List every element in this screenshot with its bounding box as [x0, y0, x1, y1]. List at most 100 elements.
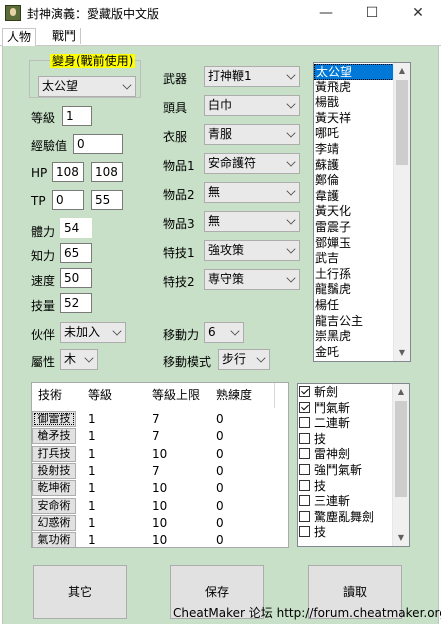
skill-level-cell[interactable]: 1	[88, 531, 96, 547]
technique-scrollbar[interactable]: ▲ ▼	[392, 384, 409, 546]
str-input[interactable]: 54	[60, 218, 92, 238]
item1-select[interactable]: 安命護符	[204, 153, 300, 174]
item1-value: 安命護符	[208, 156, 257, 170]
skill-name-button[interactable]: 御雷技	[32, 411, 76, 427]
title-bar: 封神演義：愛藏版中文版 — ☐ ✕	[0, 0, 441, 28]
clothes-select[interactable]: 青服	[204, 124, 300, 145]
checkbox-icon[interactable]	[299, 526, 310, 538]
clothes-value: 青服	[208, 127, 233, 141]
tab-character[interactable]: 人物	[2, 28, 37, 47]
header-divider	[274, 383, 275, 408]
item2-select[interactable]: 無	[204, 182, 300, 203]
skill-name-button[interactable]: 安命術	[32, 497, 76, 514]
skill-prof-cell[interactable]: 0	[216, 479, 224, 497]
skill-name-button[interactable]: 乾坤術	[32, 480, 76, 497]
movemode-select[interactable]: 步行	[218, 349, 270, 370]
skill-prof-cell[interactable]: 0	[216, 514, 224, 532]
skl-input[interactable]: 52	[60, 293, 92, 313]
checkbox-icon[interactable]	[299, 510, 310, 522]
skill-prof-cell[interactable]: 0	[216, 427, 224, 445]
scroll-down-icon[interactable]: ▼	[393, 530, 409, 546]
app-window: 封神演義：愛藏版中文版 — ☐ ✕ 人物 戰鬥 變身(戰前使用) 太公望 等級 …	[0, 0, 441, 626]
technique-label: 技	[314, 478, 327, 493]
checkbox-icon[interactable]	[299, 432, 310, 444]
skill-prof-cell[interactable]: 0	[216, 497, 224, 515]
scroll-down-icon[interactable]: ▼	[394, 345, 410, 361]
skill-name-button[interactable]: 氣功術	[32, 532, 76, 547]
scroll-thumb[interactable]	[396, 80, 408, 165]
head-select[interactable]: 白巾	[204, 95, 300, 116]
other-button[interactable]: 其它	[33, 565, 127, 619]
tp-current-input[interactable]: 0	[52, 190, 84, 210]
skill-prof-cell[interactable]: 0	[216, 531, 224, 547]
chevron-down-icon	[286, 128, 296, 138]
skill-name-button[interactable]: 打兵技	[32, 445, 76, 462]
skill-prof-cell[interactable]: 0	[216, 445, 224, 463]
table-row: 乾坤術 1 10 0	[32, 479, 288, 497]
skill-max-cell[interactable]: 10	[152, 497, 167, 515]
scroll-thumb[interactable]	[395, 401, 407, 497]
maximize-button[interactable]: ☐	[349, 0, 395, 28]
skill2-label: 特技2	[163, 275, 195, 289]
weapon-select[interactable]: 打神鞭1	[204, 66, 300, 87]
head-label: 頭具	[163, 101, 188, 115]
transform-select[interactable]: 太公望	[38, 76, 136, 97]
skill-level-cell[interactable]: 1	[88, 514, 96, 532]
int-input[interactable]: 65	[60, 243, 92, 263]
weapon-label: 武器	[163, 72, 188, 86]
skill-level-cell[interactable]: 1	[88, 427, 96, 445]
character-list[interactable]: 太公望 黃飛虎 楊戩 黃天祥 哪吒 李靖 蘇護 鄭倫 韋護 黃天化 雷震子 鄧嬋玉 武吉 土行孫 龍鬚虎 楊任…	[313, 62, 411, 362]
character-list-scrollbar[interactable]: ▲ ▼	[393, 63, 410, 361]
move-select[interactable]: 6	[204, 322, 244, 343]
footer-link[interactable]: CheatMaker 论坛 http://forum.cheatmaker.or…	[173, 604, 441, 621]
checkbox-checked-icon[interactable]	[299, 401, 310, 413]
checkbox-icon[interactable]	[299, 495, 310, 507]
technique-label: 三連斬	[314, 494, 351, 509]
close-button[interactable]: ✕	[395, 0, 441, 28]
spd-input[interactable]: 50	[60, 268, 92, 288]
hp-max-input[interactable]: 108	[91, 162, 123, 182]
skill-name-button[interactable]: 投射技	[32, 462, 76, 479]
level-label: 等級	[31, 111, 56, 125]
skill-max-cell[interactable]: 10	[152, 531, 167, 547]
checkbox-icon[interactable]	[299, 417, 310, 429]
attr-select[interactable]: 木	[60, 349, 98, 370]
scroll-up-icon[interactable]: ▲	[394, 63, 410, 79]
transform-value: 太公望	[42, 79, 79, 93]
item3-value: 無	[208, 214, 221, 228]
skill-level-cell[interactable]: 1	[88, 462, 96, 480]
level-input[interactable]: 1	[62, 106, 92, 126]
skill-name-button[interactable]: 槍矛技	[32, 428, 76, 445]
skill-level-cell[interactable]: 1	[88, 479, 96, 497]
tab-battle[interactable]: 戰鬥	[48, 28, 82, 44]
checkbox-icon[interactable]	[299, 448, 310, 460]
skill-name-button[interactable]: 幻惑術	[32, 514, 76, 531]
skill-max-cell[interactable]: 10	[152, 479, 167, 497]
minimize-button[interactable]: —	[303, 0, 349, 28]
technique-checklist[interactable]: 斬劍 鬥氣斬 二連斬技雷神劍 強鬥氣斬技三連斬 驚塵亂舞劍技 ▲ ▼	[297, 383, 410, 547]
checkbox-checked-icon[interactable]	[299, 386, 310, 397]
tp-max-input[interactable]: 55	[91, 190, 123, 210]
skill-level-cell[interactable]: 1	[88, 410, 96, 428]
skill-prof-cell[interactable]: 0	[216, 462, 224, 480]
skill-level-cell[interactable]: 1	[88, 445, 96, 463]
checkbox-icon[interactable]	[299, 479, 310, 491]
skill-level-cell[interactable]: 1	[88, 497, 96, 515]
skill1-select[interactable]: 強攻策	[204, 240, 300, 261]
skill-max-cell[interactable]: 7	[152, 427, 160, 445]
skill-max-cell[interactable]: 7	[152, 410, 160, 428]
exp-input[interactable]: 0	[73, 134, 123, 154]
checkbox-icon[interactable]	[299, 463, 310, 475]
weapon-value: 打神鞭1	[208, 69, 252, 83]
hp-current-input[interactable]: 108	[52, 162, 84, 182]
skill-max-cell[interactable]: 10	[152, 445, 167, 463]
skill-prof-cell[interactable]: 0	[216, 410, 224, 428]
table-row: 投射技 1 7 0	[32, 462, 288, 480]
skill-max-cell[interactable]: 7	[152, 462, 160, 480]
skill-max-cell[interactable]: 10	[152, 514, 167, 532]
scroll-up-icon[interactable]: ▲	[393, 384, 409, 400]
move-label: 移動力	[163, 328, 200, 342]
item3-select[interactable]: 無	[204, 211, 300, 232]
skill2-select[interactable]: 専守策	[204, 269, 300, 290]
partner-select[interactable]: 未加入	[60, 322, 126, 343]
